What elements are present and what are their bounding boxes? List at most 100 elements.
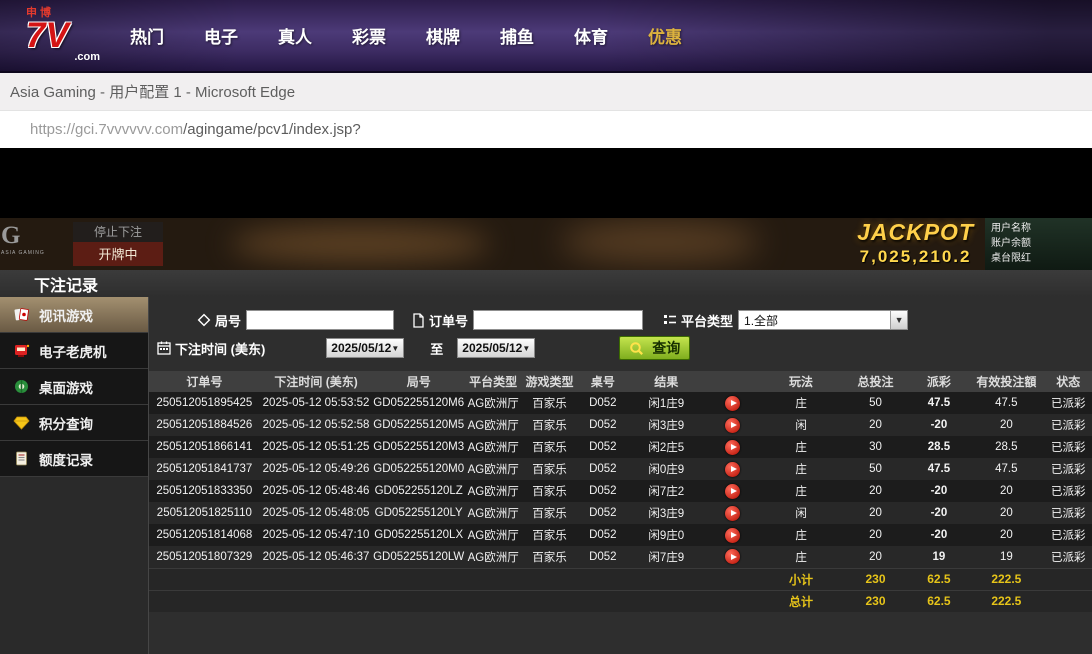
- cell-total-bet: 20: [841, 480, 909, 502]
- sidebar-item-points-query[interactable]: 积分查询: [0, 405, 148, 441]
- cell-valid-bet: 19: [968, 546, 1044, 568]
- cell-replay: [704, 524, 760, 546]
- round-number-input[interactable]: [246, 310, 394, 330]
- site-logo[interactable]: 申博 7V .com: [26, 8, 100, 63]
- order-number-icon: [412, 313, 425, 328]
- nav-item-hot[interactable]: 热门: [110, 23, 184, 48]
- chevron-down-icon: ▼: [890, 311, 907, 329]
- content-area: 局号 订单号 平台类型 1.全部 ▼: [149, 297, 1092, 654]
- replay-play-icon[interactable]: [725, 396, 740, 411]
- replay-play-icon[interactable]: [725, 528, 740, 543]
- cell-total-bet: 20: [841, 524, 909, 546]
- top-nav: 申博 7V .com 热门 电子 真人 彩票 棋牌 捕鱼 体育 优惠: [0, 0, 1092, 73]
- platform-type-select[interactable]: 1.全部 ▼: [738, 310, 908, 330]
- cell-total-bet: 30: [841, 436, 909, 458]
- cell-order-id: 250512051884526: [149, 414, 260, 436]
- nav-item-fishing[interactable]: 捕鱼: [480, 23, 554, 48]
- cell-order-id: 250512051825110: [149, 502, 260, 524]
- cell-result: 闲3庄9: [628, 414, 704, 436]
- cell-result: 闲7庄9: [628, 546, 704, 568]
- sidebar-item-credit-records[interactable]: 额度记录: [0, 441, 148, 477]
- ag-logo-letter: G: [1, 223, 45, 248]
- document-icon: [13, 450, 30, 467]
- subtotal-row: 小计 230 62.5 222.5: [149, 568, 1092, 590]
- jackpot-title: JACKPOT: [857, 219, 974, 246]
- nav-item-slots[interactable]: 电子: [184, 23, 258, 48]
- sidebar-item-label: 电子老虎机: [39, 341, 107, 361]
- cell-play: 庄: [761, 480, 842, 502]
- cell-payout: -20: [910, 524, 968, 546]
- cell-game-type: 百家乐: [521, 436, 577, 458]
- bet-table-body: 250512051895425 2025-05-12 05:53:52 GD05…: [149, 392, 1092, 568]
- table-limit-label: 桌台限红: [991, 251, 1086, 266]
- date-to-select[interactable]: 2025/05/12 ▼: [457, 338, 535, 358]
- replay-play-icon[interactable]: [725, 549, 740, 564]
- replay-play-icon[interactable]: [725, 506, 740, 521]
- cell-order-id: 250512051814068: [149, 524, 260, 546]
- cell-table-id: D052: [578, 414, 628, 436]
- nav-item-promo[interactable]: 优惠: [628, 23, 702, 48]
- ag-logo-subtext: ASIA GAMING: [1, 250, 45, 256]
- chevron-down-icon: ▼: [522, 344, 530, 353]
- cell-platform: AG欧洲厅: [465, 502, 521, 524]
- nav-item-lottery[interactable]: 彩票: [332, 23, 406, 48]
- replay-play-icon[interactable]: [725, 440, 740, 455]
- browser-address-bar[interactable]: https://gci.7vvvvvv.com/agingame/pcv1/in…: [0, 110, 1092, 148]
- cell-valid-bet: 47.5: [968, 392, 1044, 414]
- bet-status-box: 停止下注 开牌中: [73, 222, 163, 266]
- cell-play: 闲: [761, 414, 842, 436]
- total-status-spacer: [1045, 590, 1092, 612]
- sidebar-item-label: 视讯游戏: [39, 305, 93, 325]
- cell-replay: [704, 546, 760, 568]
- cell-play: 庄: [761, 458, 842, 480]
- cell-result: 闲7庄2: [628, 480, 704, 502]
- bet-table-summary: 小计 230 62.5 222.5 总计 230 62.5 222.5: [149, 568, 1092, 612]
- cell-platform: AG欧洲厅: [465, 392, 521, 414]
- order-number-input[interactable]: [473, 310, 643, 330]
- sidebar-item-table-games[interactable]: 桌面游戏: [0, 369, 148, 405]
- subtotal-status-spacer: [1045, 568, 1092, 590]
- window-titlebar: Asia Gaming - 用户配置 1 - Microsoft Edge: [0, 73, 1092, 110]
- cell-payout: -20: [910, 502, 968, 524]
- cell-round-id: GD052255120M3: [372, 436, 465, 458]
- cell-table-id: D052: [578, 458, 628, 480]
- total-label: 总计: [761, 590, 842, 612]
- cell-valid-bet: 20: [968, 414, 1044, 436]
- cell-table-id: D052: [578, 524, 628, 546]
- replay-play-icon[interactable]: [725, 418, 740, 433]
- search-button[interactable]: 查询: [619, 336, 690, 360]
- date-from-select[interactable]: 2025/05/12 ▼: [326, 338, 404, 358]
- cell-platform: AG欧洲厅: [465, 414, 521, 436]
- nav-item-sports[interactable]: 体育: [554, 23, 628, 48]
- col-payout: 派彩: [910, 371, 968, 392]
- nav-item-live[interactable]: 真人: [258, 23, 332, 48]
- cell-payout: 19: [910, 546, 968, 568]
- cell-game-type: 百家乐: [521, 392, 577, 414]
- replay-play-icon[interactable]: [725, 462, 740, 477]
- cell-bet-time: 2025-05-12 05:53:52: [260, 392, 373, 414]
- cell-payout: -20: [910, 414, 968, 436]
- gem-icon: [13, 414, 30, 431]
- nav-item-cards[interactable]: 棋牌: [406, 23, 480, 48]
- cell-replay: [704, 502, 760, 524]
- date-to-label: 至: [430, 339, 443, 358]
- sidebar-item-label: 桌面游戏: [39, 377, 93, 397]
- col-result: 结果: [628, 371, 704, 392]
- cell-total-bet: 50: [841, 458, 909, 480]
- sidebar-item-live-games[interactable]: 视讯游戏: [0, 297, 148, 333]
- page-background: G ASIA GAMING 停止下注 开牌中 JACKPOT 7,025,210…: [0, 148, 1092, 270]
- asia-gaming-logo: G ASIA GAMING: [1, 223, 45, 256]
- col-total-bet: 总投注: [841, 371, 909, 392]
- replay-play-icon[interactable]: [725, 484, 740, 499]
- subtotal-payout: 62.5: [910, 568, 968, 590]
- cell-result: 闲9庄0: [628, 524, 704, 546]
- sidebar-item-slot-machines[interactable]: 电子老虎机: [0, 333, 148, 369]
- panel-layout: 视讯游戏 电子老虎机 桌面游戏: [0, 297, 1092, 654]
- cell-round-id: GD052255120LZ: [372, 480, 465, 502]
- bet-records-table: 订单号 下注时间 (美东) 局号 平台类型 游戏类型 桌号 结果 玩法 总投注 …: [149, 371, 1092, 612]
- platform-type-label: 平台类型: [681, 311, 733, 330]
- cell-order-id: 250512051841737: [149, 458, 260, 480]
- cell-replay: [704, 414, 760, 436]
- col-round-id: 局号: [372, 371, 465, 392]
- cell-bet-time: 2025-05-12 05:47:10: [260, 524, 373, 546]
